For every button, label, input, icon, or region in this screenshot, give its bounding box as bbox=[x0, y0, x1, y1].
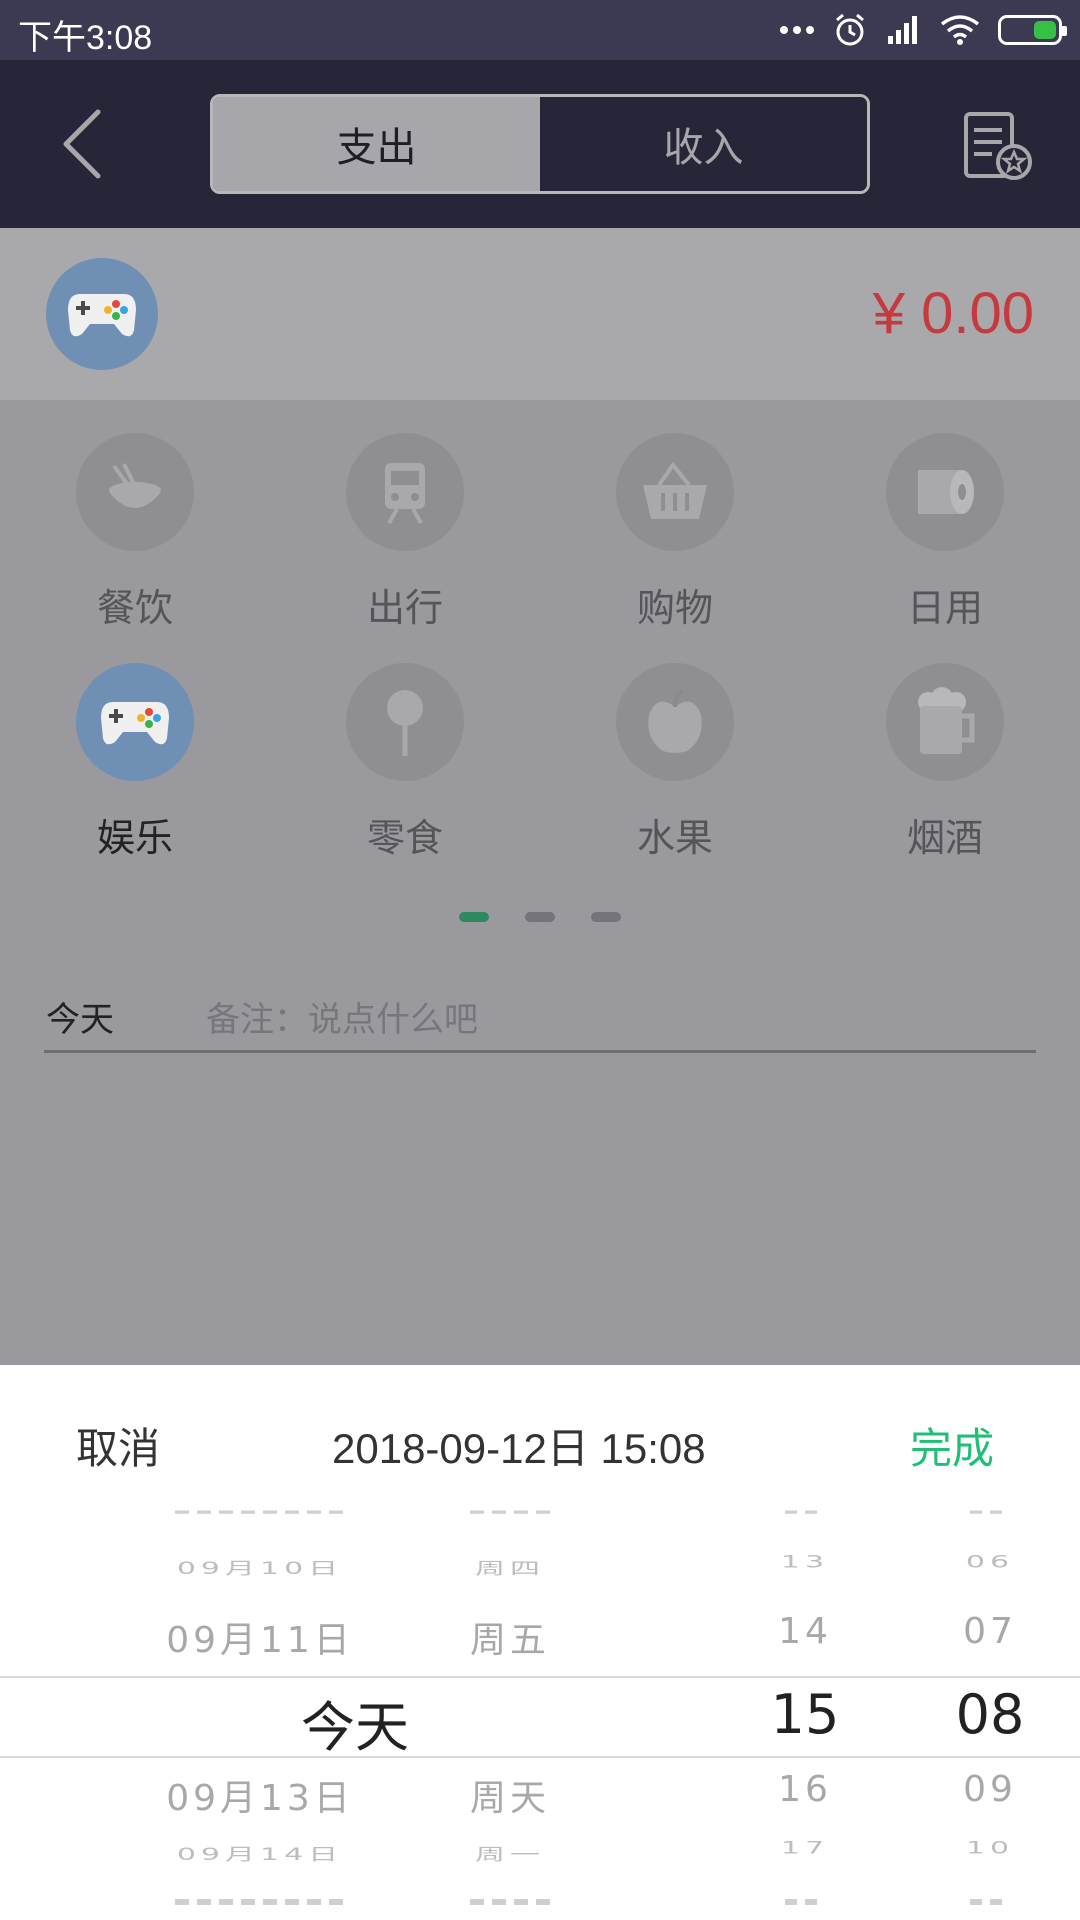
picker-hour: 14 bbox=[778, 1611, 832, 1652]
picker-date: 09月13日 bbox=[166, 1778, 354, 1819]
picker-minute: 10 bbox=[965, 1838, 1015, 1859]
amount-row: ¥ 0.00 bbox=[0, 228, 1080, 400]
apple-icon bbox=[616, 663, 734, 781]
gamepad-icon bbox=[76, 663, 194, 781]
back-chevron-icon[interactable] bbox=[50, 106, 120, 182]
picker-hour: 17 bbox=[780, 1838, 830, 1859]
picker-row-clipped bbox=[0, 1892, 1080, 1920]
category-item-entertainment[interactable]: 娱乐 bbox=[35, 663, 235, 862]
basket-icon bbox=[616, 433, 734, 551]
picker-row[interactable]: 09月14日 周一 17 10 bbox=[0, 1831, 1080, 1901]
category-item-dining[interactable]: 餐饮 bbox=[35, 433, 235, 632]
page-indicator bbox=[459, 912, 621, 922]
alarm-icon bbox=[836, 13, 864, 46]
amount-display: ¥ 0.00 bbox=[872, 281, 1034, 346]
category-item-snacks[interactable]: 零食 bbox=[305, 663, 505, 862]
category-label: 烟酒 bbox=[906, 816, 983, 860]
page-dot bbox=[591, 912, 621, 922]
picker-hour: 13 bbox=[780, 1552, 830, 1573]
category-label: 餐饮 bbox=[96, 586, 173, 630]
picker-date: 09月11日 bbox=[166, 1620, 354, 1661]
picker-weekday: 周一 bbox=[475, 1845, 545, 1865]
beer-mug-icon bbox=[886, 663, 1004, 781]
tissue-roll-icon bbox=[886, 433, 1004, 551]
datetime-picker: 取消 2018-09-12日 15:08 完成 09月10日 周四 13 06 … bbox=[0, 1365, 1080, 1920]
category-item-tobacco-alcohol[interactable]: 烟酒 bbox=[845, 663, 1045, 862]
category-item-transport[interactable]: 出行 bbox=[305, 433, 505, 632]
category-item-daily[interactable]: 日用 bbox=[845, 433, 1045, 632]
picker-hour: 16 bbox=[778, 1769, 832, 1810]
page-dot-active bbox=[459, 912, 489, 922]
picker-date-selected: 今天 bbox=[301, 1696, 409, 1759]
bill-star-icon[interactable] bbox=[960, 108, 1036, 184]
category-label: 日用 bbox=[906, 586, 983, 630]
date-selector[interactable]: 今天 bbox=[46, 992, 114, 1041]
picker-row[interactable]: 09月10日 周四 13 06 bbox=[0, 1545, 1080, 1615]
picker-minute: 06 bbox=[965, 1552, 1015, 1573]
note-underline bbox=[44, 1050, 1036, 1053]
lollipop-icon bbox=[346, 663, 464, 781]
rice-bowl-icon bbox=[76, 433, 194, 551]
picker-weekday: 周天 bbox=[469, 1778, 550, 1819]
selection-line-top bbox=[0, 1676, 1080, 1678]
cancel-button[interactable]: 取消 bbox=[76, 1415, 160, 1476]
done-button[interactable]: 完成 bbox=[910, 1415, 994, 1476]
picker-row-clipped bbox=[0, 1510, 1080, 1538]
picker-row[interactable]: 09月13日 周天 16 09 bbox=[0, 1769, 1080, 1839]
type-segmented-control: 支出 收入 bbox=[210, 94, 870, 194]
picker-row[interactable]: 09月11日 周五 14 07 bbox=[0, 1611, 1080, 1681]
picker-date: 09月10日 bbox=[176, 1559, 344, 1579]
category-label: 娱乐 bbox=[96, 816, 173, 860]
note-input[interactable]: 备注：说点什么吧 bbox=[206, 992, 478, 1041]
picker-minute-selected: 08 bbox=[955, 1683, 1025, 1746]
category-grid: 餐饮 出行 购物 日用 娱乐 零食 水果 烟酒 今天 备注：说点什么吧 bbox=[0, 400, 1080, 1365]
picker-hour-selected: 15 bbox=[770, 1683, 840, 1746]
more-dots-icon bbox=[780, 26, 814, 34]
status-bar: 下午3:08 bbox=[0, 0, 1080, 60]
page-dot bbox=[525, 912, 555, 922]
selection-line-bottom bbox=[0, 1756, 1080, 1758]
status-icons bbox=[780, 12, 1067, 48]
battery-icon bbox=[998, 15, 1067, 45]
train-icon bbox=[346, 433, 464, 551]
category-label: 购物 bbox=[636, 586, 713, 630]
category-label: 水果 bbox=[636, 816, 713, 860]
picker-weekday: 周四 bbox=[475, 1559, 545, 1579]
signal-icon bbox=[888, 16, 917, 44]
current-category-icon bbox=[46, 258, 158, 370]
gamepad-icon bbox=[68, 294, 136, 337]
wifi-icon bbox=[940, 15, 980, 45]
status-time: 下午3:08 bbox=[18, 19, 153, 57]
picker-row-selected[interactable]: 今天 15 08 bbox=[0, 1683, 1080, 1759]
category-label: 零食 bbox=[366, 816, 443, 860]
picker-value: 2018-09-12日 15:08 bbox=[332, 1425, 706, 1472]
app-header: 支出 收入 bbox=[0, 60, 1080, 228]
picker-date: 09月14日 bbox=[176, 1845, 344, 1865]
picker-minute: 07 bbox=[963, 1611, 1017, 1652]
picker-minute: 09 bbox=[963, 1769, 1017, 1810]
picker-weekday: 周五 bbox=[469, 1620, 550, 1661]
category-item-fruit[interactable]: 水果 bbox=[575, 663, 775, 862]
tab-income[interactable]: 收入 bbox=[540, 97, 867, 191]
category-label: 出行 bbox=[366, 586, 443, 630]
category-item-shopping[interactable]: 购物 bbox=[575, 433, 775, 632]
tab-expense[interactable]: 支出 bbox=[213, 97, 540, 191]
